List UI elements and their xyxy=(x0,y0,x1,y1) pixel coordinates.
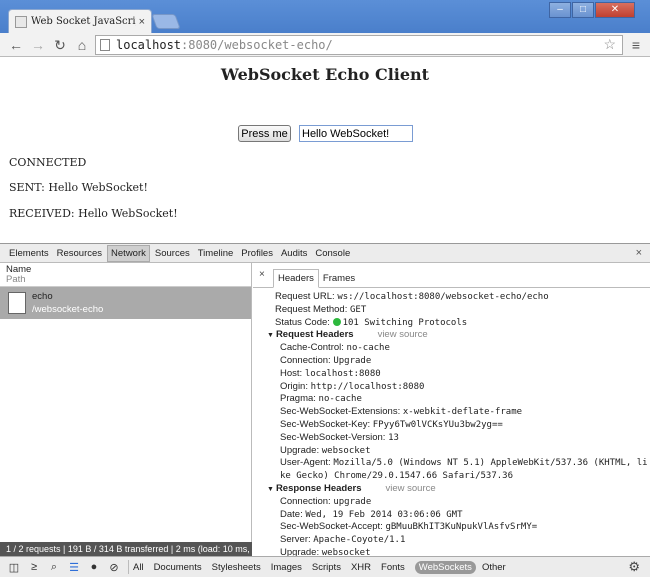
details-close-icon[interactable]: × xyxy=(259,269,265,280)
page-favicon-icon xyxy=(15,15,27,28)
tab-close-icon[interactable]: × xyxy=(139,16,145,28)
header-line: Status Code: 101 Switching Protocols xyxy=(275,316,468,328)
filter-xhr[interactable]: XHR xyxy=(351,562,371,573)
connection-status: CONNECTED xyxy=(9,156,87,169)
header-line: Sec-WebSocket-Extensions: x-webkit-defla… xyxy=(280,406,523,418)
list-view-icon[interactable]: ☰ xyxy=(64,561,84,574)
header-line: Sec-WebSocket-Version: 13 xyxy=(280,431,399,443)
filter-scripts[interactable]: Scripts xyxy=(312,562,341,573)
tab-console[interactable]: Console xyxy=(312,246,353,261)
column-name-label: Name xyxy=(6,264,32,275)
record-icon[interactable]: ● xyxy=(84,561,104,573)
tab-network[interactable]: Network xyxy=(107,244,150,262)
new-tab-button[interactable] xyxy=(151,14,181,29)
reload-icon[interactable]: ↻ xyxy=(50,35,70,55)
gear-icon[interactable]: ⚙ xyxy=(628,559,640,575)
disclosure-triangle-icon: ▼ xyxy=(267,332,274,340)
console-drawer-icon[interactable]: ≥ xyxy=(24,561,44,573)
window-titlebar: Web Socket JavaScript E × – □ ✕ xyxy=(0,0,650,33)
status-ok-icon xyxy=(332,317,341,326)
header-line: Connection: upgrade xyxy=(280,495,372,507)
tab-timeline[interactable]: Timeline xyxy=(195,246,237,261)
network-summary: 1 / 2 requests | 191 B / 314 B transferr… xyxy=(0,542,252,556)
header-line: Origin: http://localhost:8080 xyxy=(280,380,425,392)
bookmark-star-icon[interactable]: ☆ xyxy=(603,36,616,53)
header-line: Pragma: no-cache xyxy=(280,393,362,405)
page-title: WebSocket Echo Client xyxy=(220,65,430,84)
request-headers-section[interactable]: ▼ Request Headers view source xyxy=(253,329,650,342)
filter-stylesheets[interactable]: Stylesheets xyxy=(212,562,261,573)
filter-other[interactable]: Other xyxy=(482,562,506,573)
back-icon[interactable]: ← xyxy=(6,35,26,55)
tab-sources[interactable]: Sources xyxy=(152,246,193,261)
tab-title: Web Socket JavaScript E xyxy=(31,16,136,27)
header-line: Server: Apache-Coyote/1.1 xyxy=(280,534,406,546)
url-text: localhost:8080/websocket-echo/ xyxy=(116,38,333,52)
devtools-tabbar: Elements Resources Network Sources Timel… xyxy=(0,243,650,263)
column-path-label: Path xyxy=(6,274,26,285)
tab-resources[interactable]: Resources xyxy=(54,246,105,261)
page-content: WebSocket Echo Client Press me CONNECTED… xyxy=(0,57,650,243)
clear-icon[interactable]: ⊘ xyxy=(104,561,124,574)
page-icon xyxy=(100,39,110,51)
header-line: Sec-WebSocket-Accept: gBMuuBKhIT3KuNpukV… xyxy=(280,521,538,533)
tab-profiles[interactable]: Profiles xyxy=(238,246,276,261)
disclosure-triangle-icon: ▼ xyxy=(267,485,274,493)
filter-documents[interactable]: Documents xyxy=(154,562,202,573)
divider xyxy=(128,560,129,574)
tab-audits[interactable]: Audits xyxy=(278,246,310,261)
browser-tab[interactable]: Web Socket JavaScript E × xyxy=(8,9,152,33)
devtools-bottom-bar: ◫ ≥ ⌕ ☰ ● ⊘ All Documents Stylesheets Im… xyxy=(0,556,650,577)
request-path: /websocket-echo xyxy=(32,304,104,315)
message-input[interactable] xyxy=(299,125,413,142)
menu-icon[interactable]: ≡ xyxy=(627,35,645,55)
url-path: :8080/websocket-echo/ xyxy=(181,38,333,52)
browser-toolbar: ← → ↻ ⌂ localhost:8080/websocket-echo/ ☆… xyxy=(0,33,650,57)
dock-icon[interactable]: ◫ xyxy=(4,561,24,574)
header-line: Host: localhost:8080 xyxy=(280,367,381,379)
network-request-list: Name Path echo /websocket-echo xyxy=(0,263,252,556)
maximize-button[interactable]: □ xyxy=(572,2,594,18)
search-icon[interactable]: ⌕ xyxy=(44,561,64,574)
header-line: Sec-WebSocket-Key: FPyy6Tw0lVCKsYUu3bw2y… xyxy=(280,418,503,430)
request-details-panel: × Headers Frames Request URL: ws://local… xyxy=(253,263,650,558)
tab-frames[interactable]: Frames xyxy=(319,270,359,287)
received-message: RECEIVED: Hello WebSocket! xyxy=(9,207,178,220)
header-line: User-Agent: Mozilla/5.0 (Windows NT 5.1)… xyxy=(280,457,648,469)
view-source-link[interactable]: view source xyxy=(378,329,428,340)
press-me-button[interactable]: Press me xyxy=(238,125,291,142)
column-header-name[interactable]: Name Path xyxy=(0,263,251,287)
header-line: Upgrade: websocket xyxy=(280,444,371,456)
minimize-button[interactable]: – xyxy=(549,2,571,18)
response-headers-section[interactable]: ▼ Response Headers view source xyxy=(253,483,650,496)
tab-headers[interactable]: Headers xyxy=(273,269,319,288)
header-line: Request URL: ws://localhost:8080/websock… xyxy=(275,291,549,302)
filter-all[interactable]: All xyxy=(133,562,144,573)
filter-websockets[interactable]: WebSockets xyxy=(414,560,476,574)
header-line: Connection: Upgrade xyxy=(280,354,372,366)
filter-images[interactable]: Images xyxy=(271,562,302,573)
devtools-close-icon[interactable]: × xyxy=(636,247,642,259)
detail-subtabs: × Headers Frames xyxy=(253,263,650,288)
url-host: localhost xyxy=(116,38,182,52)
request-name: echo xyxy=(32,291,53,302)
view-source-link[interactable]: view source xyxy=(385,483,435,494)
header-line: Date: Wed, 19 Feb 2014 03:06:06 GMT xyxy=(280,508,463,520)
close-window-button[interactable]: ✕ xyxy=(595,2,635,18)
sent-message: SENT: Hello WebSocket! xyxy=(9,181,148,194)
tab-elements[interactable]: Elements xyxy=(6,246,52,261)
forward-icon[interactable]: → xyxy=(28,35,48,55)
header-line-continuation: ke Gecko) Chrome/29.0.1547.66 Safari/537… xyxy=(280,471,513,482)
table-row[interactable]: echo /websocket-echo xyxy=(0,287,251,319)
header-line: Request Method: GET xyxy=(275,303,367,315)
document-icon xyxy=(8,292,26,314)
header-line: Cache-Control: no-cache xyxy=(280,342,390,354)
address-bar[interactable]: localhost:8080/websocket-echo/ ☆ xyxy=(95,35,623,55)
filter-fonts[interactable]: Fonts xyxy=(381,562,405,573)
home-icon[interactable]: ⌂ xyxy=(72,35,92,55)
